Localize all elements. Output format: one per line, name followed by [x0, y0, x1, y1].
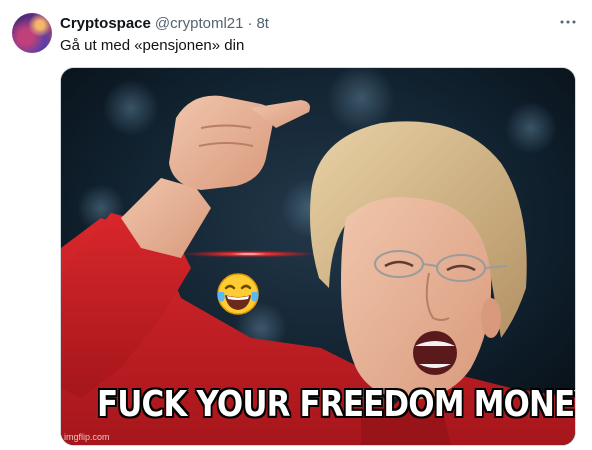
separator-dot: · [247, 15, 253, 32]
display-name[interactable]: Cryptospace [60, 14, 151, 34]
tweet-media-image[interactable]: FUCK YOUR FREEDOM MONEY! imgflip.com [60, 67, 576, 446]
imgflip-watermark: imgflip.com [64, 432, 110, 442]
tweet[interactable]: Cryptospace @cryptoml21 · 8t Gå ut med «… [0, 0, 592, 450]
avatar[interactable] [12, 13, 52, 53]
tweet-header: Cryptospace @cryptoml21 · 8t [60, 14, 269, 34]
tweet-text: Gå ut med «pensjonen» din [60, 37, 245, 54]
meme-caption: FUCK YOUR FREEDOM MONEY! [96, 384, 576, 425]
timestamp[interactable]: 8t [256, 14, 269, 34]
laser-eye-flare [185, 251, 313, 257]
user-handle[interactable]: @cryptoml21 [155, 14, 244, 34]
laughing-tears-emoji-icon [217, 273, 259, 315]
more-options-button[interactable] [558, 12, 578, 32]
more-horizontal-icon [560, 20, 576, 24]
